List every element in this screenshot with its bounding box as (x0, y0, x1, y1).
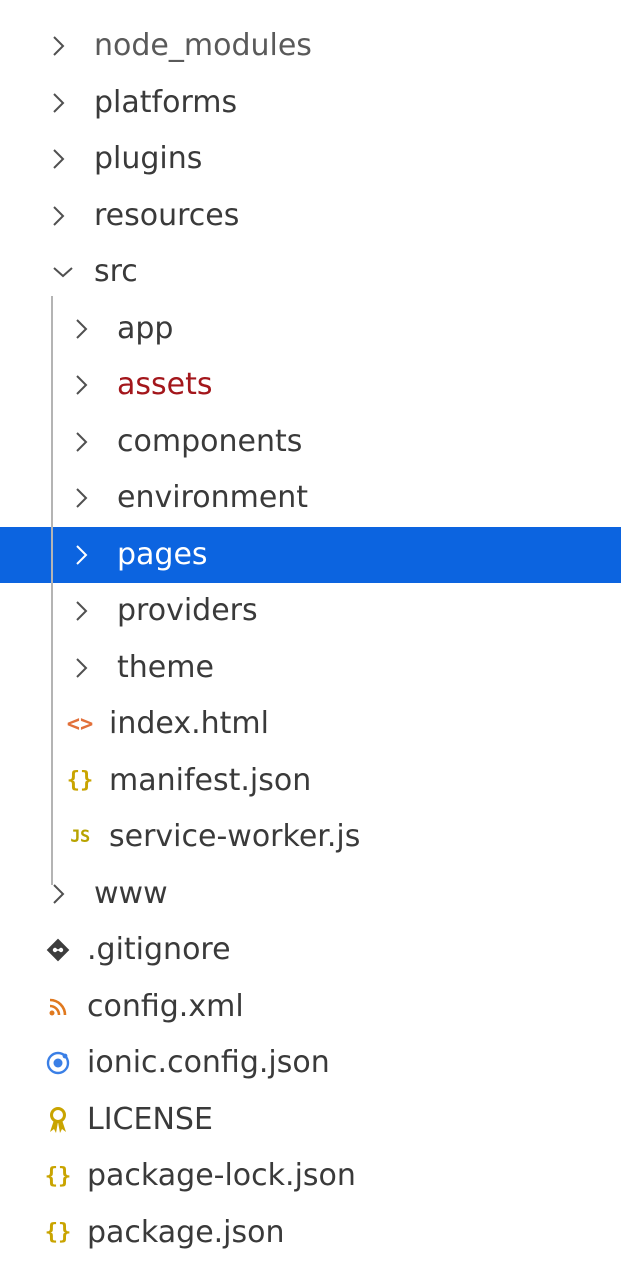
html-icon: <> (65, 709, 95, 739)
tree-item-components[interactable]: components (0, 414, 621, 471)
json-icon: {} (43, 1161, 73, 1191)
tree-item-ionic-config-json[interactable]: ionic.config.json (0, 1035, 621, 1092)
tree-item-label: ionic.config.json (87, 1048, 330, 1078)
tree-item-resources[interactable]: resources (0, 188, 621, 245)
tree-item-config-xml[interactable]: config.xml (0, 979, 621, 1036)
tree-item-label: LICENSE (87, 1105, 213, 1135)
chevron-right-icon (75, 483, 101, 513)
chevron-right-icon (75, 540, 101, 570)
chevron-right-icon (75, 596, 101, 626)
chevron-right-icon (52, 201, 78, 231)
tree-item-label: providers (117, 596, 258, 626)
tree-item-label: app (117, 314, 173, 344)
json-icon: {} (43, 1218, 73, 1248)
indent-guide (51, 296, 53, 885)
tree-item-label: src (94, 257, 138, 287)
tree-item-label: resources (94, 201, 239, 231)
tree-item-service-worker-js[interactable]: JS service-worker.js (0, 809, 621, 866)
chevron-right-icon (52, 31, 78, 61)
chevron-down-icon (52, 257, 78, 287)
tree-item-assets[interactable]: assets (0, 357, 621, 414)
tree-item-index-html[interactable]: <> index.html (0, 696, 621, 753)
tree-item-label: .gitignore (87, 935, 231, 965)
tree-item-label: config.xml (87, 992, 244, 1022)
tree-item-manifest-json[interactable]: {} manifest.json (0, 753, 621, 810)
tree-item-platforms[interactable]: platforms (0, 75, 621, 132)
tree-item-label: theme (117, 653, 214, 683)
tree-item-label: package-lock.json (87, 1161, 356, 1191)
git-icon (43, 935, 73, 965)
license-icon (43, 1105, 73, 1135)
chevron-right-icon (75, 653, 101, 683)
tree-item-label: node_modules (94, 31, 312, 61)
chevron-right-icon (52, 144, 78, 174)
tree-item-label: package.json (87, 1218, 285, 1248)
tree-item-label: www (94, 879, 168, 909)
tree-item-label: plugins (94, 144, 202, 174)
chevron-right-icon (75, 370, 101, 400)
tree-item-label: index.html (109, 709, 269, 739)
tree-item-providers[interactable]: providers (0, 583, 621, 640)
tree-item-theme[interactable]: theme (0, 640, 621, 697)
tree-item-label: pages (117, 540, 208, 570)
chevron-right-icon (75, 427, 101, 457)
tree-item-label: platforms (94, 88, 237, 118)
tree-item-label: service-worker.js (109, 822, 360, 852)
js-icon: JS (65, 822, 95, 852)
tree-item-plugins[interactable]: plugins (0, 131, 621, 188)
tree-item-label: environment (117, 483, 308, 513)
tree-item-gitignore[interactable]: .gitignore (0, 922, 621, 979)
chevron-right-icon (75, 314, 101, 344)
ionic-icon (43, 1048, 73, 1078)
tree-item-label: manifest.json (109, 766, 311, 796)
tree-item-package-json[interactable]: {} package.json (0, 1205, 621, 1261)
tree-item-label: components (117, 427, 302, 457)
tree-item-src[interactable]: src (0, 244, 621, 301)
json-icon: {} (65, 766, 95, 796)
file-explorer-tree: node_modules platforms plugins resources… (0, 18, 621, 1261)
tree-item-environment[interactable]: environment (0, 470, 621, 527)
tree-item-label: assets (117, 370, 213, 400)
tree-item-pages[interactable]: pages (0, 527, 621, 584)
tree-item-package-lock-json[interactable]: {} package-lock.json (0, 1148, 621, 1205)
chevron-right-icon (52, 879, 78, 909)
tree-item-www[interactable]: www (0, 866, 621, 923)
tree-item-app[interactable]: app (0, 301, 621, 358)
chevron-right-icon (52, 88, 78, 118)
tree-item-license[interactable]: LICENSE (0, 1092, 621, 1149)
rss-icon (43, 992, 73, 1022)
tree-item-node-modules[interactable]: node_modules (0, 18, 621, 75)
